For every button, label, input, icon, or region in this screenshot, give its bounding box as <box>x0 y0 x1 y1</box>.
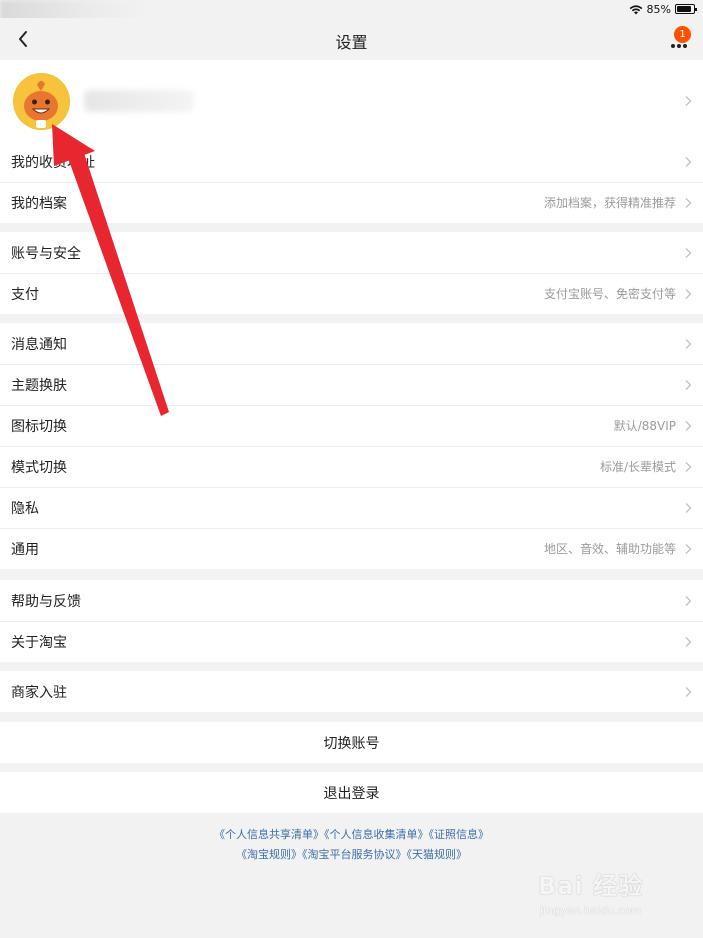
chevron-right-icon <box>685 96 692 106</box>
settings-row[interactable]: 我的收货地址 <box>0 141 703 182</box>
mascot-avatar-icon <box>13 72 70 130</box>
status-bar: 85% <box>0 0 703 22</box>
link-license-info[interactable]: 《证照信息》 <box>429 828 490 841</box>
settings-row-label: 帮助与反馈 <box>11 593 81 610</box>
page-title: 设置 <box>335 33 368 52</box>
settings-row-hint: 标准/长辈模式 <box>599 460 676 474</box>
link-personal-info-sharing[interactable]: 《个人信息共享清单》 <box>214 828 324 841</box>
settings-row[interactable]: 帮助与反馈 <box>0 580 703 621</box>
settings-row[interactable]: 我的档案 添加档案，获得精准推荐 <box>0 182 703 223</box>
switch-account-section: 切换账号 <box>0 722 703 763</box>
settings-row[interactable]: 隐私 <box>0 487 703 528</box>
logout-button[interactable]: 退出登录 <box>0 772 703 813</box>
link-tmall-rules[interactable]: 《天猫规则》 <box>407 848 468 861</box>
battery-percent: 85% <box>646 2 671 16</box>
notification-badge: 1 <box>674 26 691 43</box>
settings-row[interactable]: 消息通知 <box>0 323 703 364</box>
logout-label: 退出登录 <box>323 785 380 802</box>
avatar <box>13 72 70 130</box>
chevron-right-icon <box>685 379 692 390</box>
settings-row-label: 图标切换 <box>11 418 67 435</box>
settings-row-label: 通用 <box>11 541 39 558</box>
settings-row-hint: 地区、音效、辅助功能等 <box>543 542 676 556</box>
baidu-jingyan-watermark: Bai 经验 jingyan.baidu.com <box>538 858 688 928</box>
group-help-about: 帮助与反馈 关于淘宝 <box>0 580 703 662</box>
settings-screen: 85% 设置 1 我的收货地址 我的档案 添加档案，获得精准推荐 账号与安全 支… <box>0 0 703 938</box>
chevron-right-icon <box>685 247 692 258</box>
chevron-right-icon <box>685 338 692 349</box>
group-account-payment: 账号与安全支付 支付宝账号、免密支付等 <box>0 232 703 314</box>
settings-row[interactable]: 商家入驻 <box>0 671 703 712</box>
settings-row-label: 主题换肤 <box>11 377 67 394</box>
link-personal-info-collection[interactable]: 《个人信息收集清单》 <box>324 828 429 841</box>
group-merchant: 商家入驻 <box>0 671 703 712</box>
link-platform-agreement[interactable]: 《淘宝平台服务协议》 <box>302 848 407 861</box>
settings-row-hint: 添加档案，获得精准推荐 <box>543 196 676 210</box>
settings-row[interactable]: 模式切换 标准/长辈模式 <box>0 446 703 487</box>
chevron-right-icon <box>685 636 692 647</box>
settings-row-hint: 默认/88VIP <box>613 419 676 433</box>
group-address-profile: 我的收货地址 我的档案 添加档案，获得精准推荐 <box>0 141 703 223</box>
settings-row-label: 消息通知 <box>11 336 67 353</box>
settings-row-hint: 支付宝账号、免密支付等 <box>543 287 676 301</box>
settings-row-label: 支付 <box>11 286 39 303</box>
watermark-text: Bai 经验 <box>538 872 644 900</box>
more-button[interactable]: 1 <box>669 26 695 52</box>
chevron-right-icon <box>685 288 692 299</box>
settings-row-label: 关于淘宝 <box>11 634 67 651</box>
wifi-icon <box>629 4 642 14</box>
settings-row-label: 隐私 <box>11 500 39 517</box>
chevron-right-icon <box>685 420 692 431</box>
link-taobao-rules[interactable]: 《淘宝规则》 <box>236 848 302 861</box>
settings-row-label: 我的收货地址 <box>11 154 95 171</box>
group-preferences: 消息通知主题换肤图标切换 默认/88VIP 模式切换 标准/长辈模式隐私通用 地区、音效… <box>0 323 703 569</box>
chevron-right-icon <box>685 461 692 472</box>
battery-icon <box>675 4 697 14</box>
settings-row-label: 我的档案 <box>11 195 67 212</box>
settings-row[interactable]: 通用 地区、音效、辅助功能等 <box>0 528 703 569</box>
battery-level <box>677 6 691 12</box>
settings-row[interactable]: 图标切换 默认/88VIP <box>0 405 703 446</box>
logout-section: 退出登录 <box>0 772 703 813</box>
settings-row-label: 商家入驻 <box>11 684 67 701</box>
switch-account-button[interactable]: 切换账号 <box>0 722 703 763</box>
footer-line-1: 《个人信息共享清单》《个人信息收集清单》《证照信息》 <box>0 825 703 845</box>
chevron-right-icon <box>685 502 692 513</box>
profile-row[interactable] <box>0 60 703 142</box>
chevron-right-icon <box>685 686 692 697</box>
settings-row[interactable]: 支付 支付宝账号、免密支付等 <box>0 273 703 314</box>
settings-row-label: 账号与安全 <box>11 245 81 262</box>
profile-section <box>0 60 703 142</box>
nav-bar: 设置 1 <box>0 18 703 60</box>
blurred-username <box>84 90 194 112</box>
status-right: 85% <box>629 2 697 16</box>
settings-row-label: 模式切换 <box>11 459 67 476</box>
chevron-right-icon <box>685 595 692 606</box>
settings-row[interactable]: 关于淘宝 <box>0 621 703 662</box>
switch-account-label: 切换账号 <box>323 735 380 752</box>
chevron-right-icon <box>685 156 692 167</box>
watermark-url: jingyan.baidu.com <box>540 904 642 917</box>
settings-row[interactable]: 主题换肤 <box>0 364 703 405</box>
settings-row[interactable]: 账号与安全 <box>0 232 703 273</box>
chevron-right-icon <box>685 543 692 554</box>
chevron-right-icon <box>685 197 692 208</box>
